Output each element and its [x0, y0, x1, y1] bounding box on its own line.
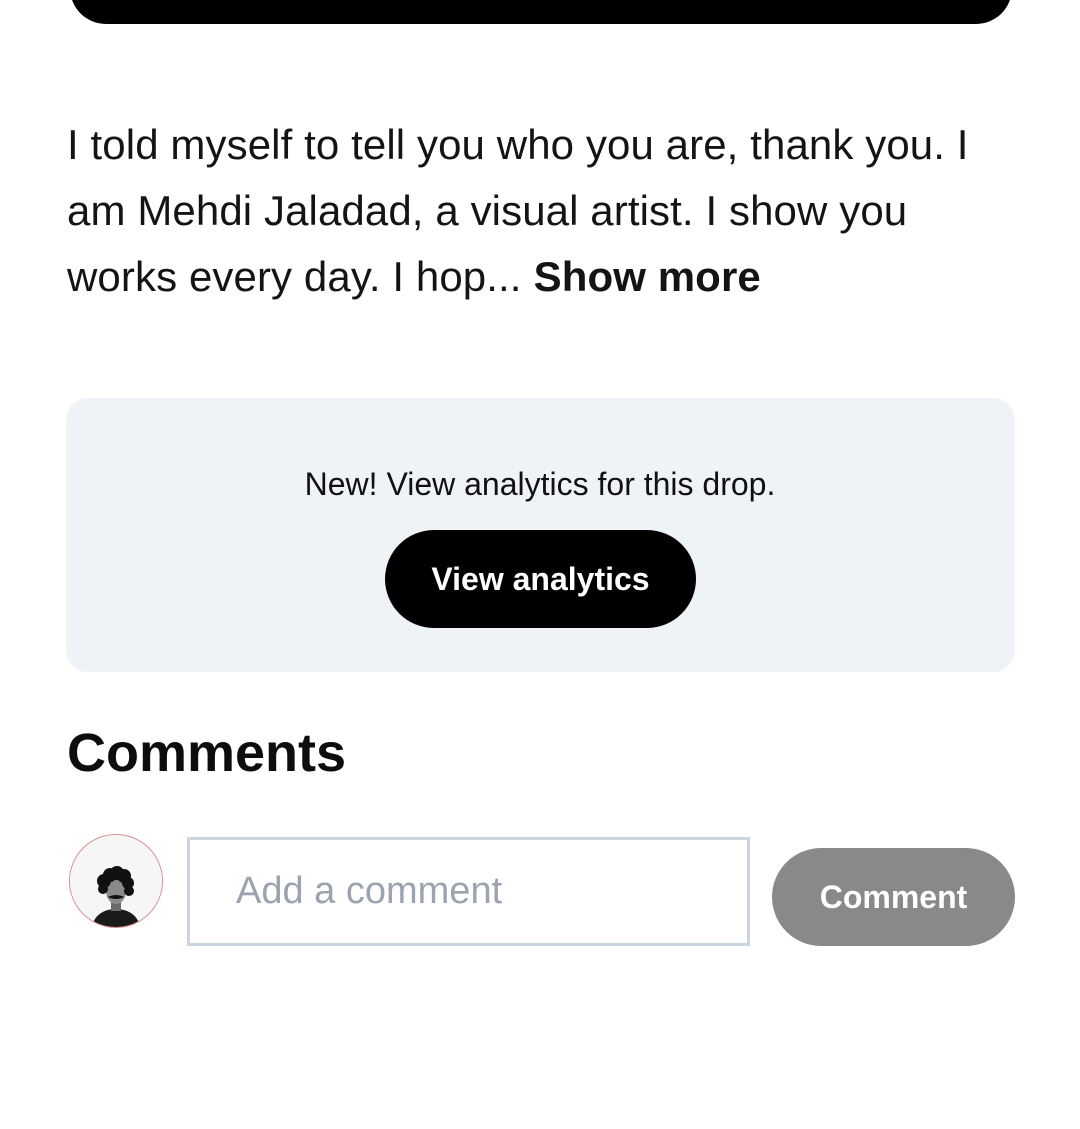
comment-input[interactable]: [190, 840, 747, 943]
comment-input-field[interactable]: [187, 837, 750, 946]
description-text: I told myself to tell you who you are, t…: [67, 121, 969, 300]
drop-description: I told myself to tell you who you are, t…: [67, 112, 1017, 310]
show-more-link[interactable]: Show more: [534, 253, 761, 300]
comments-heading: Comments: [67, 723, 347, 783]
page: I told myself to tell you who you are, t…: [0, 0, 1080, 1129]
top-button-partial[interactable]: [70, 0, 1012, 24]
comment-submit-button[interactable]: Comment: [772, 848, 1015, 946]
analytics-message: New! View analytics for this drop.: [304, 466, 776, 502]
user-avatar-icon: [69, 834, 163, 928]
avatar-portrait: [70, 835, 162, 927]
view-analytics-button[interactable]: View analytics: [385, 530, 696, 628]
